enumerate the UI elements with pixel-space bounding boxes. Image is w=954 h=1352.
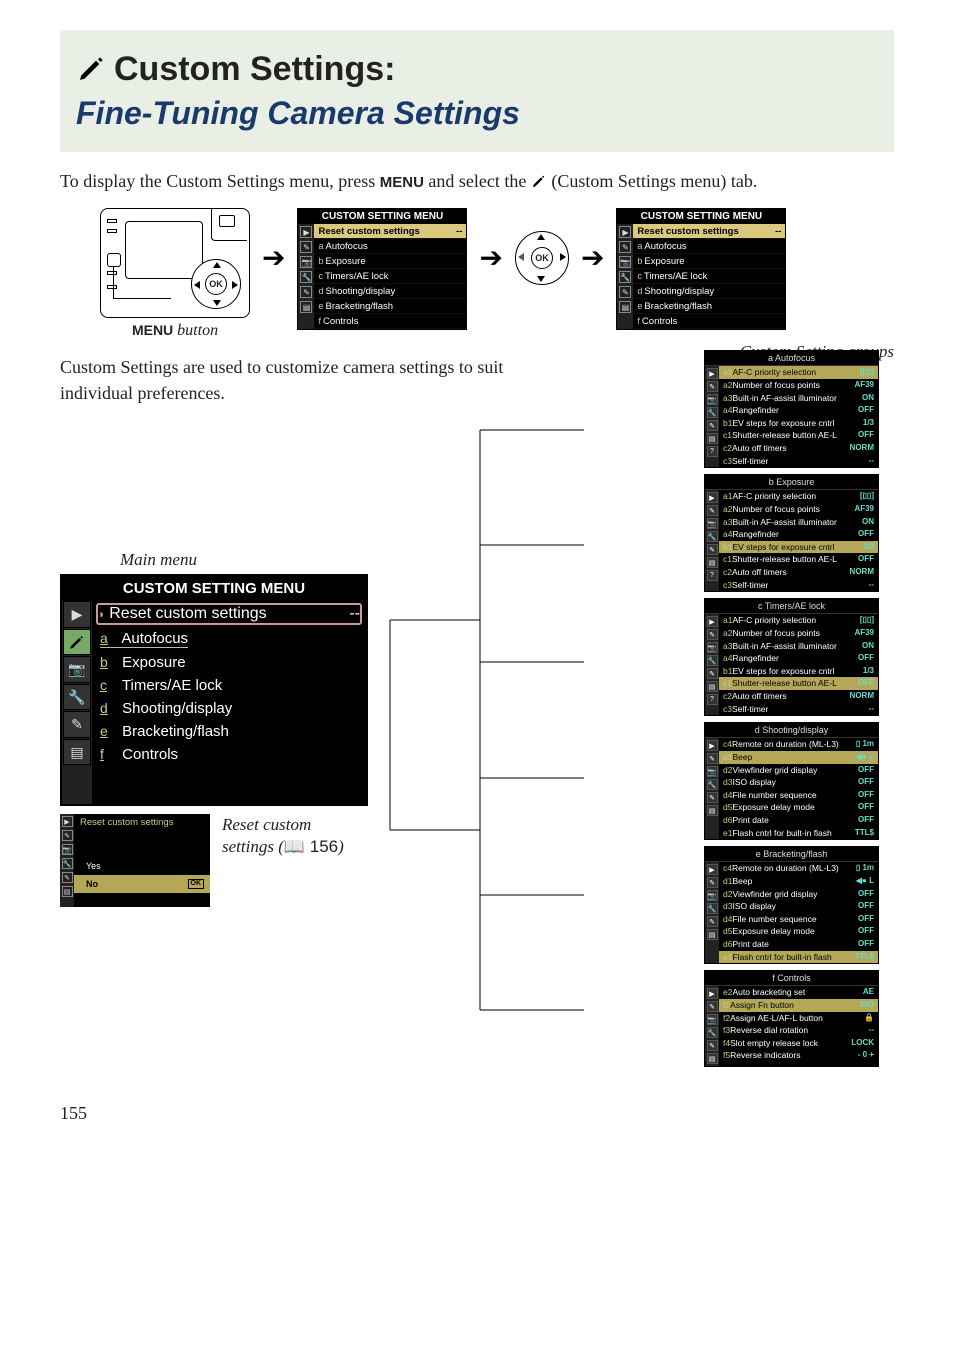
caption-btn-word: button bbox=[173, 322, 218, 339]
menu-item-e: eBracketing/flash bbox=[314, 299, 466, 314]
pencil-icon bbox=[76, 52, 108, 93]
arrow-icon-3: ➔ bbox=[581, 241, 604, 275]
large-menu-a: a Autofocus bbox=[92, 627, 366, 651]
ok-button-icon: OK bbox=[205, 273, 227, 295]
menu-item-reset: Reset custom settings-- bbox=[314, 224, 466, 239]
group-panels: a Autofocus ▶✎📷🔧✎▤? a1AF-C priority sele… bbox=[704, 350, 894, 1073]
menu-item-reset-2: Reset custom settings-- bbox=[633, 224, 785, 239]
lcd-large-main-menu: CUSTOM SETTING MENU ▶ 📷 🔧 ✎ ▤ ◗Reset cus… bbox=[60, 574, 368, 806]
camera-menu-button-icon bbox=[107, 253, 121, 267]
caption-menu-word: MENU bbox=[132, 322, 173, 338]
menu-item-f: fControls bbox=[314, 314, 466, 329]
reset-dialog-title: Reset custom settings bbox=[74, 814, 210, 831]
reset-caption: Reset custom settings (📖 156) bbox=[222, 814, 344, 858]
large-menu-reset: ◗Reset custom settings -- bbox=[96, 603, 362, 625]
large-menu-c: c Timers/AE lock bbox=[92, 674, 366, 697]
ok-button-icon-2: OK bbox=[531, 247, 553, 269]
menu-item-a: aAutofocus bbox=[314, 239, 466, 254]
menu-item-c: cTimers/AE lock bbox=[314, 269, 466, 284]
intro-post: (Custom Settings menu) tab. bbox=[547, 171, 758, 191]
camera-caption: MENU button bbox=[100, 322, 250, 340]
lcd-title-2: CUSTOM SETTING MENU bbox=[617, 209, 785, 224]
group-panel-c: c Timers/AE lock ▶✎📷🔧✎▤? a1AF-C priority… bbox=[704, 598, 879, 716]
title-line1: Custom Settings: bbox=[114, 50, 395, 88]
title-block: Custom Settings: Fine-Tuning Camera Sett… bbox=[60, 30, 894, 152]
lcd-small-2: CUSTOM SETTING MENU ▶✎📷🔧✎▤ Reset custom … bbox=[616, 208, 786, 330]
group-panel-d: d Shooting/display ▶✎📷🔧✎▤ c4Remote on du… bbox=[704, 722, 879, 840]
lcd-title: CUSTOM SETTING MENU bbox=[298, 209, 466, 224]
group-panel-e: e Bracketing/flash ▶✎📷🔧✎▤ c4Remote on du… bbox=[704, 846, 879, 964]
camera-diagram: OK MENU button bbox=[100, 208, 250, 338]
menu-item-b: bExposure bbox=[314, 254, 466, 269]
reset-yes: Yes bbox=[74, 857, 210, 875]
large-menu-e: e Bracketing/flash bbox=[92, 720, 366, 743]
lcd-large-title: CUSTOM SETTING MENU bbox=[62, 576, 366, 601]
intro-pre: To display the Custom Settings menu, pre… bbox=[60, 171, 380, 191]
paragraph-2: Custom Settings are used to customize ca… bbox=[60, 354, 580, 406]
dpad-icon: OK bbox=[191, 259, 241, 309]
dpad-standalone: OK bbox=[515, 231, 569, 285]
arrow-icon-2: ➔ bbox=[479, 241, 502, 275]
large-menu-b: b Exposure bbox=[92, 651, 366, 674]
large-menu-d: d Shooting/display bbox=[92, 697, 366, 720]
connector-lines bbox=[480, 410, 684, 1073]
intro-mid: and select the bbox=[424, 171, 531, 191]
group-panel-f: f Controls ▶✎📷🔧✎▤ e2Auto bracketing setA… bbox=[704, 970, 879, 1067]
reset-no: NoOK bbox=[74, 875, 210, 893]
lcd-sidebar-icons: ▶✎📷🔧✎▤ bbox=[298, 224, 314, 329]
group-panel-a: a Autofocus ▶✎📷🔧✎▤? a1AF-C priority sele… bbox=[704, 350, 879, 468]
intro-paragraph: To display the Custom Settings menu, pre… bbox=[60, 168, 894, 194]
lcd-small-1: CUSTOM SETTING MENU ▶✎📷🔧✎▤ Reset custom … bbox=[297, 208, 467, 330]
diagram-row: OK MENU button ➔ CUSTOM SETTING MENU ▶✎📷… bbox=[100, 208, 894, 338]
pencil-inline-icon bbox=[531, 171, 547, 191]
group-panel-b: b Exposure ▶✎📷🔧✎▤? a1AF-C priority selec… bbox=[704, 474, 879, 592]
arrow-icon: ➔ bbox=[262, 241, 285, 275]
intro-menu-word: MENU bbox=[380, 174, 424, 191]
lcd-reset-dialog: ▶✎📷🔧✎▤ Reset custom settings Yes NoOK bbox=[60, 814, 210, 907]
title-line2: Fine-Tuning Camera Settings bbox=[76, 95, 878, 132]
large-menu-f: f Controls bbox=[92, 743, 366, 766]
menu-item-d: dShooting/display bbox=[314, 284, 466, 299]
